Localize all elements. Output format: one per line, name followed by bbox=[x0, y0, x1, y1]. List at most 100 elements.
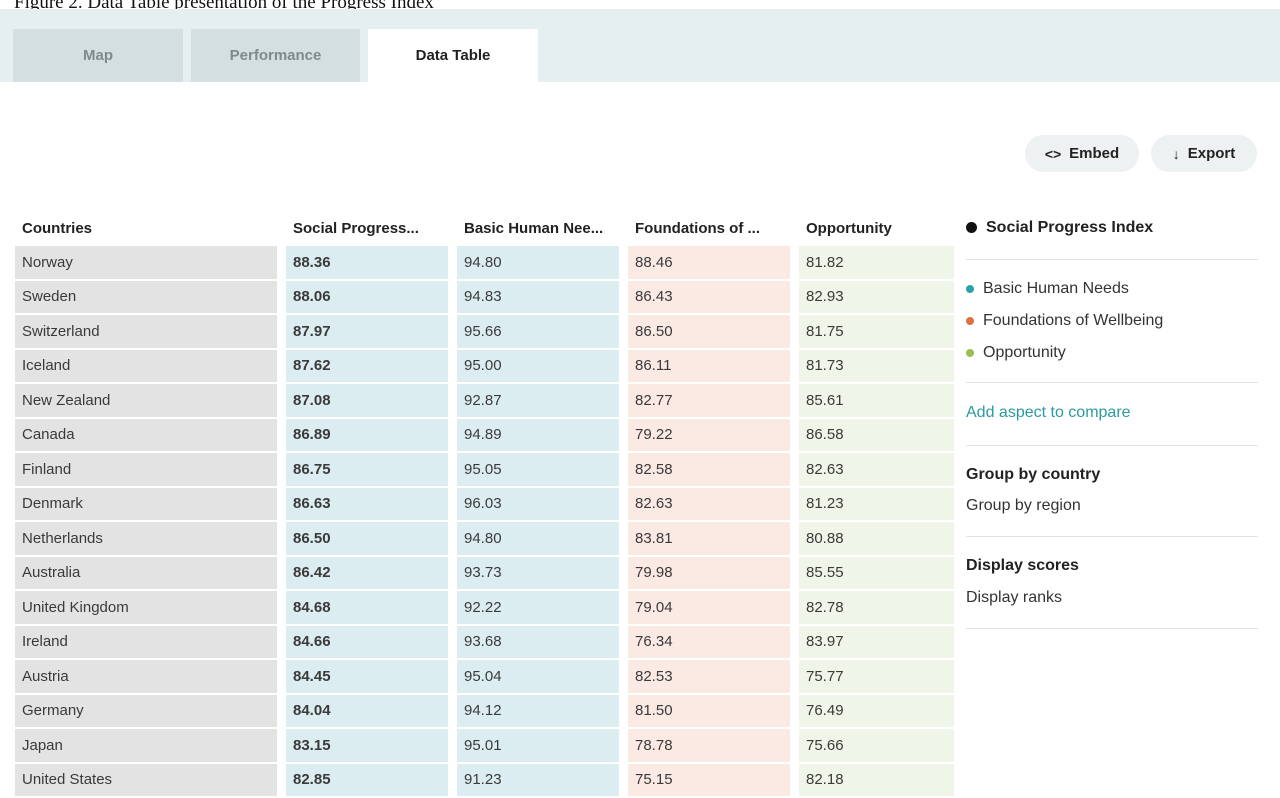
foundations-cell: 82.77 bbox=[628, 384, 790, 417]
table-row[interactable]: Sweden 88.06 94.83 86.43 82.93 bbox=[15, 280, 954, 313]
table-row[interactable]: United Kingdom 84.68 92.22 79.04 82.78 bbox=[15, 591, 954, 624]
basic-human-needs-cell: 91.23 bbox=[457, 763, 619, 796]
foundations-cell: 78.78 bbox=[628, 729, 790, 762]
basic-human-needs-cell: 95.00 bbox=[457, 349, 619, 382]
country-cell: United Kingdom bbox=[15, 591, 277, 624]
table-row[interactable]: Australia 86.42 93.73 79.98 85.55 bbox=[15, 556, 954, 589]
foundations-cell: 75.15 bbox=[628, 763, 790, 796]
column-header-social-progress[interactable]: Social Progress... bbox=[286, 212, 448, 244]
social-progress-cell: 87.97 bbox=[286, 315, 448, 348]
basic-human-needs-cell: 92.87 bbox=[457, 384, 619, 417]
foundations-cell: 86.11 bbox=[628, 349, 790, 382]
social-progress-cell: 86.89 bbox=[286, 418, 448, 451]
opportunity-cell: 82.63 bbox=[799, 453, 954, 486]
divider bbox=[966, 445, 1258, 446]
basic-human-needs-cell: 93.68 bbox=[457, 625, 619, 658]
social-progress-cell: 84.66 bbox=[286, 625, 448, 658]
legend-item-social-progress-index[interactable]: Social Progress Index bbox=[966, 219, 1153, 237]
legend-item-opportunity[interactable]: Opportunity bbox=[966, 344, 1066, 362]
country-cell: Canada bbox=[15, 418, 277, 451]
table-row[interactable]: Austria 84.45 95.04 82.53 75.77 bbox=[15, 660, 954, 693]
foundations-cell: 83.81 bbox=[628, 522, 790, 555]
social-progress-cell: 88.06 bbox=[286, 280, 448, 313]
table-row[interactable]: Japan 83.15 95.01 78.78 75.66 bbox=[15, 729, 954, 762]
table-row[interactable]: Norway 88.36 94.80 88.46 81.82 bbox=[15, 246, 954, 279]
opportunity-cell: 86.58 bbox=[799, 418, 954, 451]
legend-label: Foundations of Wellbeing bbox=[983, 312, 1164, 329]
embed-label: Embed bbox=[1069, 145, 1120, 162]
legend-dot-icon bbox=[966, 348, 974, 357]
social-progress-cell: 84.68 bbox=[286, 591, 448, 624]
divider bbox=[966, 259, 1258, 260]
country-cell: Germany bbox=[15, 694, 277, 727]
legend-label: Basic Human Needs bbox=[983, 280, 1129, 297]
opportunity-cell: 81.23 bbox=[799, 487, 954, 520]
legend-item-foundations-of-wellbeing[interactable]: Foundations of Wellbeing bbox=[966, 312, 1163, 330]
tab-map[interactable]: Map bbox=[13, 29, 183, 82]
table-row[interactable]: New Zealand 87.08 92.87 82.77 85.61 bbox=[15, 384, 954, 417]
opportunity-cell: 85.55 bbox=[799, 556, 954, 589]
display-ranks-option[interactable]: Display ranks bbox=[966, 589, 1062, 607]
group-by-region-option[interactable]: Group by region bbox=[966, 497, 1081, 515]
table-row[interactable]: Canada 86.89 94.89 79.22 86.58 bbox=[15, 418, 954, 451]
tab-data-table[interactable]: Data Table bbox=[368, 29, 538, 82]
opportunity-cell: 75.66 bbox=[799, 729, 954, 762]
tab-performance[interactable]: Performance bbox=[191, 29, 360, 82]
divider bbox=[966, 536, 1258, 537]
foundations-cell: 82.63 bbox=[628, 487, 790, 520]
legend-label: Opportunity bbox=[983, 344, 1066, 361]
table-row[interactable]: Netherlands 86.50 94.80 83.81 80.88 bbox=[15, 522, 954, 555]
social-progress-cell: 87.08 bbox=[286, 384, 448, 417]
embed-button[interactable]: <> Embed bbox=[1025, 135, 1139, 172]
table-header-row: Countries Social Progress... Basic Human… bbox=[15, 212, 954, 244]
social-progress-cell: 86.63 bbox=[286, 487, 448, 520]
add-aspect-to-compare-link[interactable]: Add aspect to compare bbox=[966, 404, 1131, 422]
legend-dot-icon bbox=[966, 222, 977, 234]
opportunity-cell: 76.49 bbox=[799, 694, 954, 727]
group-by-country-option[interactable]: Group by country bbox=[966, 466, 1100, 484]
table-row[interactable]: Finland 86.75 95.05 82.58 82.63 bbox=[15, 453, 954, 486]
foundations-cell: 86.50 bbox=[628, 315, 790, 348]
basic-human-needs-cell: 93.73 bbox=[457, 556, 619, 589]
basic-human-needs-cell: 95.66 bbox=[457, 315, 619, 348]
basic-human-needs-cell: 94.80 bbox=[457, 246, 619, 279]
country-cell: New Zealand bbox=[15, 384, 277, 417]
opportunity-cell: 83.97 bbox=[799, 625, 954, 658]
table-row[interactable]: Iceland 87.62 95.00 86.11 81.73 bbox=[15, 349, 954, 382]
opportunity-cell: 81.82 bbox=[799, 246, 954, 279]
column-header-foundations[interactable]: Foundations of ... bbox=[628, 212, 790, 244]
divider bbox=[966, 628, 1258, 629]
foundations-cell: 79.98 bbox=[628, 556, 790, 589]
social-progress-cell: 88.36 bbox=[286, 246, 448, 279]
social-progress-cell: 84.04 bbox=[286, 694, 448, 727]
basic-human-needs-cell: 94.80 bbox=[457, 522, 619, 555]
legend-item-basic-human-needs[interactable]: Basic Human Needs bbox=[966, 280, 1129, 298]
country-cell: Iceland bbox=[15, 349, 277, 382]
legend-label: Social Progress Index bbox=[986, 219, 1154, 236]
export-button[interactable]: ↓ Export bbox=[1151, 135, 1257, 172]
display-scores-option[interactable]: Display scores bbox=[966, 557, 1079, 575]
data-table: Countries Social Progress... Basic Human… bbox=[15, 210, 954, 798]
social-progress-cell: 84.45 bbox=[286, 660, 448, 693]
social-progress-cell: 87.62 bbox=[286, 349, 448, 382]
table-row[interactable]: Denmark 86.63 96.03 82.63 81.23 bbox=[15, 487, 954, 520]
basic-human-needs-cell: 96.03 bbox=[457, 487, 619, 520]
basic-human-needs-cell: 94.83 bbox=[457, 280, 619, 313]
foundations-cell: 79.22 bbox=[628, 418, 790, 451]
table-row[interactable]: Switzerland 87.97 95.66 86.50 81.75 bbox=[15, 315, 954, 348]
table-row[interactable]: Germany 84.04 94.12 81.50 76.49 bbox=[15, 694, 954, 727]
opportunity-cell: 82.18 bbox=[799, 763, 954, 796]
social-progress-cell: 83.15 bbox=[286, 729, 448, 762]
opportunity-cell: 75.77 bbox=[799, 660, 954, 693]
opportunity-cell: 80.88 bbox=[799, 522, 954, 555]
column-header-countries[interactable]: Countries bbox=[15, 212, 277, 244]
country-cell: Japan bbox=[15, 729, 277, 762]
column-header-opportunity[interactable]: Opportunity bbox=[799, 212, 954, 244]
foundations-cell: 86.43 bbox=[628, 280, 790, 313]
country-cell: United States bbox=[15, 763, 277, 796]
country-cell: Switzerland bbox=[15, 315, 277, 348]
table-row[interactable]: Ireland 84.66 93.68 76.34 83.97 bbox=[15, 625, 954, 658]
basic-human-needs-cell: 95.04 bbox=[457, 660, 619, 693]
column-header-basic-human-needs[interactable]: Basic Human Nee... bbox=[457, 212, 619, 244]
table-row[interactable]: United States 82.85 91.23 75.15 82.18 bbox=[15, 763, 954, 796]
